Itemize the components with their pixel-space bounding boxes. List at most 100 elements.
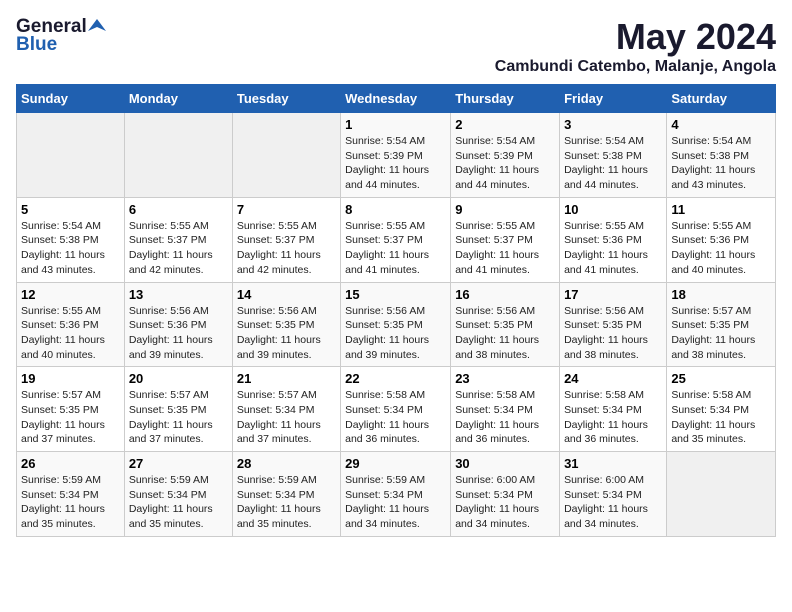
calendar-table: SundayMondayTuesdayWednesdayThursdayFrid… <box>16 84 776 537</box>
day-info: Sunrise: 5:56 AM Sunset: 5:35 PM Dayligh… <box>564 304 662 363</box>
day-number: 23 <box>455 371 555 386</box>
day-number: 22 <box>345 371 446 386</box>
day-number: 10 <box>564 202 662 217</box>
day-number: 11 <box>671 202 771 217</box>
week-row-3: 19 Sunrise: 5:57 AM Sunset: 5:35 PM Dayli… <box>17 367 776 452</box>
logo: General Blue <box>16 16 106 56</box>
location-title: Cambundi Catembo, Malanje, Angola <box>495 58 776 76</box>
day-info: Sunrise: 6:00 AM Sunset: 5:34 PM Dayligh… <box>455 473 555 532</box>
day-info: Sunrise: 5:57 AM Sunset: 5:35 PM Dayligh… <box>21 388 120 447</box>
day-number: 25 <box>671 371 771 386</box>
day-number: 8 <box>345 202 446 217</box>
day-info: Sunrise: 5:59 AM Sunset: 5:34 PM Dayligh… <box>345 473 446 532</box>
day-info: Sunrise: 5:54 AM Sunset: 5:38 PM Dayligh… <box>564 134 662 193</box>
day-cell: 28 Sunrise: 5:59 AM Sunset: 5:34 PM Dayli… <box>232 452 340 537</box>
day-number: 18 <box>671 287 771 302</box>
day-number: 28 <box>237 456 336 471</box>
day-info: Sunrise: 5:58 AM Sunset: 5:34 PM Dayligh… <box>345 388 446 447</box>
day-number: 12 <box>21 287 120 302</box>
day-info: Sunrise: 5:57 AM Sunset: 5:35 PM Dayligh… <box>129 388 228 447</box>
day-cell <box>17 113 125 198</box>
day-number: 24 <box>564 371 662 386</box>
header-friday: Friday <box>560 85 667 113</box>
day-info: Sunrise: 5:59 AM Sunset: 5:34 PM Dayligh… <box>129 473 228 532</box>
day-cell: 15 Sunrise: 5:56 AM Sunset: 5:35 PM Dayli… <box>341 282 451 367</box>
day-cell: 22 Sunrise: 5:58 AM Sunset: 5:34 PM Dayli… <box>341 367 451 452</box>
day-info: Sunrise: 5:54 AM Sunset: 5:38 PM Dayligh… <box>21 219 120 278</box>
logo-bird-icon <box>88 17 106 35</box>
day-cell: 23 Sunrise: 5:58 AM Sunset: 5:34 PM Dayli… <box>451 367 560 452</box>
day-cell: 19 Sunrise: 5:57 AM Sunset: 5:35 PM Dayli… <box>17 367 125 452</box>
day-info: Sunrise: 5:55 AM Sunset: 5:37 PM Dayligh… <box>345 219 446 278</box>
header-sunday: Sunday <box>17 85 125 113</box>
day-info: Sunrise: 5:57 AM Sunset: 5:35 PM Dayligh… <box>671 304 771 363</box>
week-row-2: 12 Sunrise: 5:55 AM Sunset: 5:36 PM Dayli… <box>17 282 776 367</box>
day-info: Sunrise: 5:55 AM Sunset: 5:36 PM Dayligh… <box>21 304 120 363</box>
header-monday: Monday <box>124 85 232 113</box>
title-area: May 2024 Cambundi Catembo, Malanje, Ango… <box>495 16 776 76</box>
day-cell: 4Sunrise: 5:54 AM Sunset: 5:38 PM Daylig… <box>667 113 776 198</box>
day-cell: 6 Sunrise: 5:55 AM Sunset: 5:37 PM Daylig… <box>124 197 232 282</box>
day-cell: 12 Sunrise: 5:55 AM Sunset: 5:36 PM Dayli… <box>17 282 125 367</box>
day-number: 15 <box>345 287 446 302</box>
day-info: Sunrise: 5:57 AM Sunset: 5:34 PM Dayligh… <box>237 388 336 447</box>
day-cell <box>667 452 776 537</box>
day-cell: 8 Sunrise: 5:55 AM Sunset: 5:37 PM Daylig… <box>341 197 451 282</box>
day-info: Sunrise: 5:58 AM Sunset: 5:34 PM Dayligh… <box>671 388 771 447</box>
day-number: 2 <box>455 117 555 132</box>
day-cell: 21 Sunrise: 5:57 AM Sunset: 5:34 PM Dayli… <box>232 367 340 452</box>
day-number: 14 <box>237 287 336 302</box>
day-cell: 2Sunrise: 5:54 AM Sunset: 5:39 PM Daylig… <box>451 113 560 198</box>
day-number: 26 <box>21 456 120 471</box>
header-thursday: Thursday <box>451 85 560 113</box>
day-cell: 27 Sunrise: 5:59 AM Sunset: 5:34 PM Dayli… <box>124 452 232 537</box>
day-number: 31 <box>564 456 662 471</box>
day-cell: 1 Sunrise: 5:54 AM Sunset: 5:39 PM Daylig… <box>341 113 451 198</box>
day-cell: 10 Sunrise: 5:55 AM Sunset: 5:36 PM Dayli… <box>560 197 667 282</box>
day-number: 20 <box>129 371 228 386</box>
day-cell: 24Sunrise: 5:58 AM Sunset: 5:34 PM Dayli… <box>560 367 667 452</box>
day-cell: 17 Sunrise: 5:56 AM Sunset: 5:35 PM Dayli… <box>560 282 667 367</box>
day-number: 19 <box>21 371 120 386</box>
day-number: 30 <box>455 456 555 471</box>
week-row-0: 1 Sunrise: 5:54 AM Sunset: 5:39 PM Daylig… <box>17 113 776 198</box>
week-row-1: 5 Sunrise: 5:54 AM Sunset: 5:38 PM Daylig… <box>17 197 776 282</box>
day-number: 27 <box>129 456 228 471</box>
day-number: 17 <box>564 287 662 302</box>
day-info: Sunrise: 5:56 AM Sunset: 5:35 PM Dayligh… <box>237 304 336 363</box>
day-info: Sunrise: 5:56 AM Sunset: 5:35 PM Dayligh… <box>345 304 446 363</box>
day-info: Sunrise: 5:55 AM Sunset: 5:36 PM Dayligh… <box>671 219 771 278</box>
day-cell: 14 Sunrise: 5:56 AM Sunset: 5:35 PM Dayli… <box>232 282 340 367</box>
day-number: 16 <box>455 287 555 302</box>
day-number: 1 <box>345 117 446 132</box>
day-info: Sunrise: 5:55 AM Sunset: 5:37 PM Dayligh… <box>237 219 336 278</box>
day-number: 3 <box>564 117 662 132</box>
day-info: Sunrise: 5:59 AM Sunset: 5:34 PM Dayligh… <box>237 473 336 532</box>
day-cell: 25 Sunrise: 5:58 AM Sunset: 5:34 PM Dayli… <box>667 367 776 452</box>
header-tuesday: Tuesday <box>232 85 340 113</box>
day-cell <box>232 113 340 198</box>
day-cell: 5 Sunrise: 5:54 AM Sunset: 5:38 PM Daylig… <box>17 197 125 282</box>
day-info: Sunrise: 5:58 AM Sunset: 5:34 PM Dayligh… <box>455 388 555 447</box>
day-number: 21 <box>237 371 336 386</box>
week-row-4: 26 Sunrise: 5:59 AM Sunset: 5:34 PM Dayli… <box>17 452 776 537</box>
header: General Blue May 2024 Cambundi Catembo, … <box>16 16 776 76</box>
day-cell <box>124 113 232 198</box>
header-row: SundayMondayTuesdayWednesdayThursdayFrid… <box>17 85 776 113</box>
day-info: Sunrise: 5:55 AM Sunset: 5:36 PM Dayligh… <box>564 219 662 278</box>
day-cell: 26 Sunrise: 5:59 AM Sunset: 5:34 PM Dayli… <box>17 452 125 537</box>
day-number: 5 <box>21 202 120 217</box>
day-cell: 13 Sunrise: 5:56 AM Sunset: 5:36 PM Dayli… <box>124 282 232 367</box>
header-saturday: Saturday <box>667 85 776 113</box>
day-info: Sunrise: 5:54 AM Sunset: 5:39 PM Dayligh… <box>345 134 446 193</box>
day-cell: 20 Sunrise: 5:57 AM Sunset: 5:35 PM Dayli… <box>124 367 232 452</box>
day-info: Sunrise: 5:55 AM Sunset: 5:37 PM Dayligh… <box>129 219 228 278</box>
day-number: 13 <box>129 287 228 302</box>
day-number: 4 <box>671 117 771 132</box>
day-number: 6 <box>129 202 228 217</box>
day-info: Sunrise: 5:56 AM Sunset: 5:36 PM Dayligh… <box>129 304 228 363</box>
day-cell: 29Sunrise: 5:59 AM Sunset: 5:34 PM Dayli… <box>341 452 451 537</box>
day-info: Sunrise: 5:56 AM Sunset: 5:35 PM Dayligh… <box>455 304 555 363</box>
day-cell: 30 Sunrise: 6:00 AM Sunset: 5:34 PM Dayli… <box>451 452 560 537</box>
day-info: Sunrise: 5:59 AM Sunset: 5:34 PM Dayligh… <box>21 473 120 532</box>
